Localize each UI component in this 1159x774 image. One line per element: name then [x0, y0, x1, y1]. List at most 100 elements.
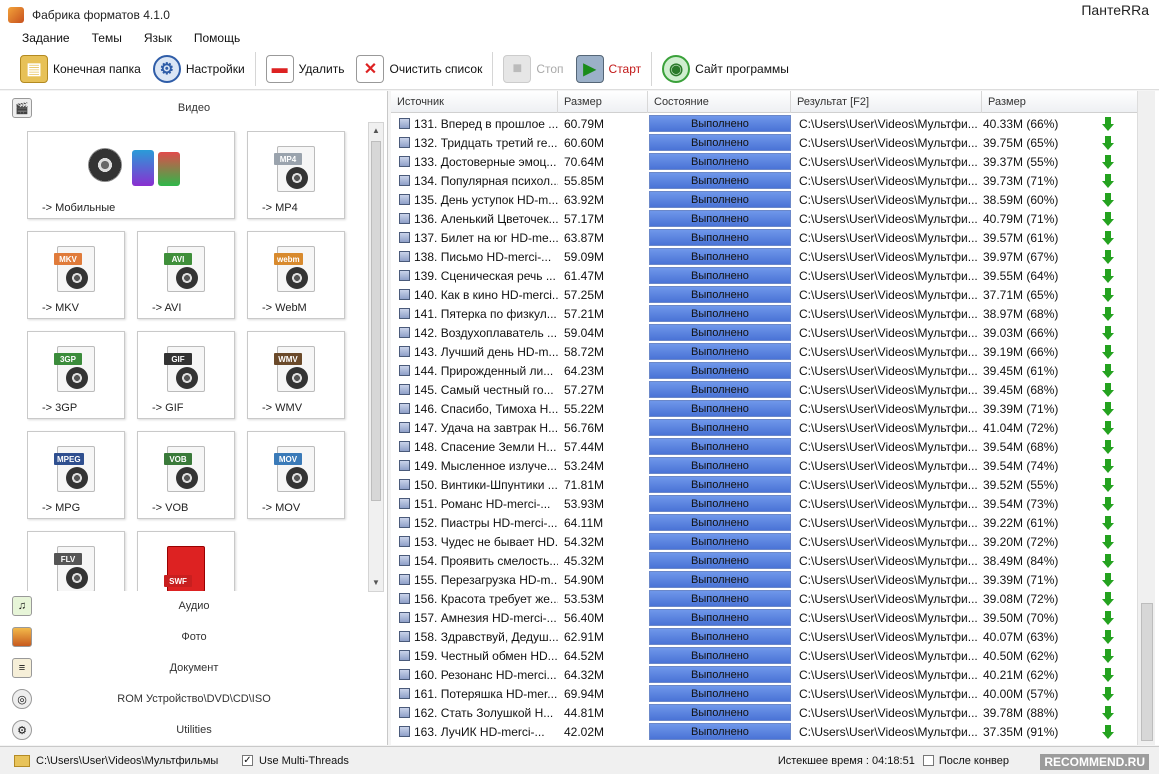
open-output-button[interactable] — [1093, 306, 1123, 321]
tile-vob[interactable]: VOB -> VOB — [137, 431, 235, 519]
after-convert-checkbox[interactable] — [922, 755, 934, 766]
scroll-down-icon[interactable]: ▼ — [369, 575, 383, 591]
open-output-button[interactable] — [1093, 686, 1123, 701]
stop-button[interactable]: ■ Стоп — [497, 50, 569, 88]
table-row[interactable]: 156. Красота требует же... 53.53M Выполнен… — [391, 589, 1137, 608]
table-row[interactable]: 139. Сценическая речь ... 61.47M Выполнено… — [391, 266, 1137, 285]
table-row[interactable]: 161. Потеряшка HD-mer... 69.94M Выполнено C… — [391, 684, 1137, 703]
scroll-up-icon[interactable]: ▲ — [369, 123, 383, 139]
table-row[interactable]: 141. Пятерка по физкул... 57.21M Выполнено… — [391, 304, 1137, 323]
table-row[interactable]: 163. ЛучИК HD-merci-... 42.02M Выполнено C:… — [391, 722, 1137, 741]
start-button[interactable]: ▶ Старт — [570, 50, 648, 88]
open-output-button[interactable] — [1093, 173, 1123, 188]
delete-button[interactable]: ▬ Удалить — [260, 50, 351, 88]
table-row[interactable]: 136. Аленький Цветочек... 57.17M Выполнено… — [391, 209, 1137, 228]
table-row[interactable]: 133. Достоверные эмоц... 70.64M Выполнено C… — [391, 152, 1137, 171]
open-output-button[interactable] — [1093, 496, 1123, 511]
open-output-button[interactable] — [1093, 439, 1123, 454]
scroll-thumb[interactable] — [1141, 603, 1153, 741]
table-row[interactable]: 144. Прирожденный ли... 64.23M Выполнено C:… — [391, 361, 1137, 380]
category-photo[interactable]: Фото — [0, 622, 388, 652]
open-output-button[interactable] — [1093, 458, 1123, 473]
tile-wmv[interactable]: WMV -> WMV — [247, 331, 345, 419]
tile-mov[interactable]: MOV -> MOV — [247, 431, 345, 519]
tile-avi[interactable]: AVI -> AVI — [137, 231, 235, 319]
open-output-button[interactable] — [1093, 211, 1123, 226]
open-output-button[interactable] — [1093, 135, 1123, 150]
menu-task[interactable]: Задание — [22, 31, 70, 45]
table-row[interactable]: 143. Лучший день HD-m... 58.72M Выполнено C… — [391, 342, 1137, 361]
table-row[interactable]: 132. Тридцать третий re... 60.60M Выполнен… — [391, 133, 1137, 152]
column-output-size[interactable]: Размер — [982, 91, 1137, 113]
table-row[interactable]: 155. Перезагрузка HD-m... 54.90M Выполнено… — [391, 570, 1137, 589]
open-output-button[interactable] — [1093, 230, 1123, 245]
open-output-button[interactable] — [1093, 591, 1123, 606]
menu-language[interactable]: Язык — [144, 31, 172, 45]
table-row[interactable]: 140. Как в кино HD-merci... 57.25M Выполне… — [391, 285, 1137, 304]
column-result[interactable]: Результат [F2] — [791, 91, 982, 113]
tile-mpg[interactable]: MPEG -> MPG — [27, 431, 125, 519]
category-video[interactable]: 🎬 Видео — [0, 93, 388, 123]
open-output-button[interactable] — [1093, 249, 1123, 264]
open-output-button[interactable] — [1093, 363, 1123, 378]
multithread-checkbox[interactable]: ✓ — [242, 755, 253, 766]
open-output-button[interactable] — [1093, 344, 1123, 359]
column-source[interactable]: Источник — [391, 91, 558, 113]
table-row[interactable]: 142. Воздухоплаватель ... 59.04M Выполнено… — [391, 323, 1137, 342]
table-row[interactable]: 149. Мысленное излуче... 53.24M Выполнено C… — [391, 456, 1137, 475]
open-output-button[interactable] — [1093, 705, 1123, 720]
category-document[interactable]: ≡ Документ — [0, 653, 388, 683]
table-row[interactable]: 151. Романс HD-merci-... 53.93M Выполнено C… — [391, 494, 1137, 513]
open-output-button[interactable] — [1093, 610, 1123, 625]
table-row[interactable]: 147. Удача на завтрак Н... 56.76M Выполнен… — [391, 418, 1137, 437]
category-audio[interactable]: ♫ Аудио — [0, 591, 388, 621]
tile-3gp[interactable]: 3GP -> 3GP — [27, 331, 125, 419]
open-output-button[interactable] — [1093, 268, 1123, 283]
output-folder-button[interactable]: ▤ Конечная папка — [14, 50, 147, 88]
table-row[interactable]: 153. Чудес не бывает HD... 54.32M Выполнен… — [391, 532, 1137, 551]
tile-swf[interactable]: SWF — [137, 531, 235, 591]
table-row[interactable]: 138. Письмо HD-merci-... 59.09M Выполнено C… — [391, 247, 1137, 266]
open-output-button[interactable] — [1093, 325, 1123, 340]
scroll-thumb[interactable] — [371, 141, 381, 501]
open-output-button[interactable] — [1093, 572, 1123, 587]
task-list-scrollbar[interactable] — [1137, 91, 1155, 745]
column-status[interactable]: Состояние — [648, 91, 791, 113]
table-row[interactable]: 158. Здравствуй, Дедуш... 62.91M Выполнено… — [391, 627, 1137, 646]
tile-mkv[interactable]: MKV -> MKV — [27, 231, 125, 319]
table-row[interactable]: 135. День уступок HD-m... 63.92M Выполнено… — [391, 190, 1137, 209]
clear-list-button[interactable]: ✕ Очистить список — [350, 50, 488, 88]
table-row[interactable]: 146. Спасибо, Тимоха Н... 55.22M Выполнено… — [391, 399, 1137, 418]
open-output-button[interactable] — [1093, 629, 1123, 644]
menu-themes[interactable]: Темы — [92, 31, 122, 45]
table-row[interactable]: 154. Проявить смелость... 45.32M Выполнено… — [391, 551, 1137, 570]
open-output-button[interactable] — [1093, 648, 1123, 663]
tile-gif[interactable]: GIF -> GIF — [137, 331, 235, 419]
open-output-button[interactable] — [1093, 420, 1123, 435]
settings-button[interactable]: ⚙ Настройки — [147, 50, 251, 88]
open-output-button[interactable] — [1093, 667, 1123, 682]
open-output-button[interactable] — [1093, 154, 1123, 169]
table-row[interactable]: 134. Популярная психол... 55.85M Выполнено… — [391, 171, 1137, 190]
table-row[interactable]: 152. Пиастры HD-merci-... 64.11M Выполнено… — [391, 513, 1137, 532]
open-output-button[interactable] — [1093, 515, 1123, 530]
tile-webm[interactable]: webm -> WebM — [247, 231, 345, 319]
open-output-button[interactable] — [1093, 116, 1123, 131]
tile-mobile[interactable]: -> Мобильные — [27, 131, 235, 219]
open-output-button[interactable] — [1093, 477, 1123, 492]
website-button[interactable]: ◉ Сайт программы — [656, 50, 795, 88]
open-output-button[interactable] — [1093, 401, 1123, 416]
open-output-button[interactable] — [1093, 724, 1123, 739]
table-row[interactable]: 137. Билет на юг HD-me... 63.87M Выполнено… — [391, 228, 1137, 247]
table-row[interactable]: 150. Винтики-Шпунтики ... 71.81M Выполнено… — [391, 475, 1137, 494]
category-rom[interactable]: ◎ ROM Устройство\DVD\CD\ISO — [0, 684, 388, 714]
tile-flv[interactable]: FLV — [27, 531, 125, 591]
table-row[interactable]: 160. Резонанс HD-merci... 64.32M Выполнено… — [391, 665, 1137, 684]
category-utilities[interactable]: ⚙ Utilities — [0, 715, 388, 745]
open-output-button[interactable] — [1093, 534, 1123, 549]
menu-help[interactable]: Помощь — [194, 31, 240, 45]
table-row[interactable]: 131. Вперед в прошлое ... 60.79M Выполнено… — [391, 114, 1137, 133]
table-row[interactable]: 148. Спасение Земли Н... 57.44M Выполнено C… — [391, 437, 1137, 456]
table-row[interactable]: 159. Честный обмен HD... 64.52M Выполнено C… — [391, 646, 1137, 665]
table-row[interactable]: 145. Самый честный го... 57.27M Выполнено C… — [391, 380, 1137, 399]
